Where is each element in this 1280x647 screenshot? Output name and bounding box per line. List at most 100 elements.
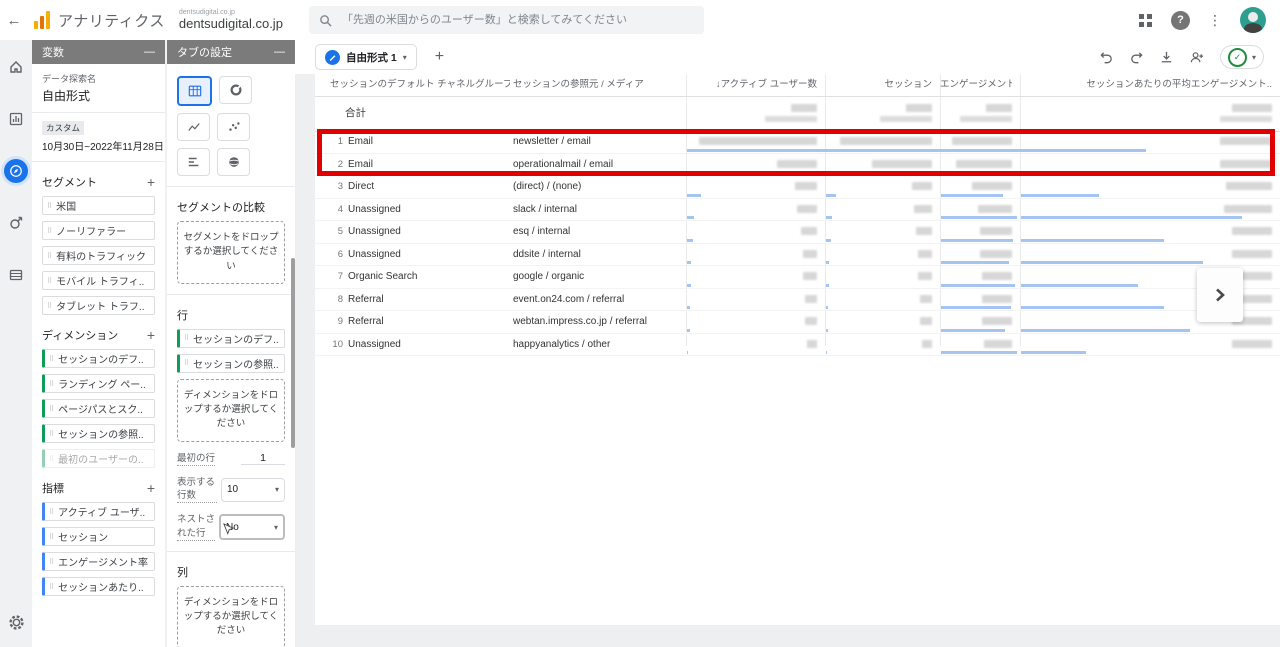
table-row[interactable]: 8 Referral event.on24.com / referral bbox=[315, 289, 1280, 312]
header-sessions[interactable]: セッション bbox=[825, 74, 932, 96]
drag-handle-icon: ⠿ bbox=[47, 252, 52, 260]
value-bar bbox=[941, 149, 1021, 152]
table-row[interactable]: 4 Unassigned slack / internal bbox=[315, 199, 1280, 222]
metric-chip[interactable]: ⠿アクティブ ユーザ.. bbox=[42, 502, 155, 521]
undo-icon[interactable] bbox=[1099, 50, 1114, 65]
share-user-icon[interactable] bbox=[1189, 50, 1205, 65]
cell-engagement-rate bbox=[940, 289, 1020, 311]
apps-grid-icon[interactable] bbox=[1138, 13, 1153, 28]
account-switcher[interactable]: dentsudigital.co.jp dentsudigital.co.jp bbox=[179, 9, 283, 31]
library-icon[interactable] bbox=[3, 262, 29, 288]
search-bar[interactable] bbox=[309, 6, 704, 34]
column-dimension-drop-zone[interactable]: ディメンションをドロップするか選択してください bbox=[177, 586, 285, 647]
row-dimension-chip[interactable]: ⠿セッションの参照.. bbox=[177, 354, 285, 373]
segment-chip[interactable]: ⠿ノーリファラー bbox=[42, 221, 155, 240]
viz-donut-button[interactable] bbox=[219, 76, 252, 104]
redacted-value bbox=[1220, 137, 1272, 145]
start-row-input[interactable]: 1 bbox=[241, 452, 285, 465]
collapse-tab-settings-button[interactable]: — bbox=[274, 46, 285, 58]
row-source: google / organic bbox=[513, 266, 584, 288]
dimension-chip[interactable]: ⠿ページパスとスク.. bbox=[42, 399, 155, 418]
date-range-selector[interactable]: 10月30日~2022年11月28日 ▾ bbox=[42, 138, 155, 153]
explore-icon-active[interactable] bbox=[3, 158, 29, 184]
nested-rows-select[interactable]: No▾ bbox=[219, 514, 285, 540]
segment-chip[interactable]: ⠿タブレット トラフ.. bbox=[42, 296, 155, 315]
status-ok-menu[interactable]: ✓ ▾ bbox=[1220, 45, 1264, 69]
search-input[interactable] bbox=[340, 13, 694, 27]
row-count-select[interactable]: 10▾ bbox=[221, 478, 285, 502]
dimension-chip[interactable]: ⠿セッションのデフ.. bbox=[42, 349, 155, 368]
header-avg-engagement[interactable]: セッションあたりの平均エンゲージメント.. bbox=[1020, 74, 1272, 96]
redo-icon[interactable] bbox=[1129, 50, 1144, 65]
add-metric-button[interactable]: + bbox=[147, 480, 155, 496]
table-row[interactable]: 6 Unassigned ddsite / internal bbox=[315, 244, 1280, 267]
caret-down-icon: ▾ bbox=[274, 523, 278, 532]
segment-drop-zone[interactable]: セグメントをドロップするか選択してください bbox=[177, 221, 285, 284]
help-icon[interactable]: ? bbox=[1171, 11, 1190, 30]
row-dimension-drop-zone[interactable]: ディメンションをドロップするか選択してください bbox=[177, 379, 285, 442]
tab-freeform[interactable]: 自由形式 1 ▾ bbox=[315, 44, 417, 70]
table-row[interactable]: 1 Email newsletter / email bbox=[315, 131, 1280, 154]
panel-scrollbar[interactable] bbox=[291, 258, 295, 448]
redacted-value bbox=[978, 205, 1012, 213]
add-tab-button[interactable]: + bbox=[435, 48, 444, 66]
viz-scatter-button[interactable] bbox=[217, 113, 250, 141]
redacted-value bbox=[980, 227, 1012, 235]
table-row[interactable]: 7 Organic Search google / organic bbox=[315, 266, 1280, 289]
redacted-value bbox=[805, 317, 817, 325]
table-row[interactable]: 5 Unassigned esq / internal bbox=[315, 221, 1280, 244]
table-row[interactable]: 3 Direct (direct) / (none) bbox=[315, 176, 1280, 199]
header-source-medium[interactable]: セッションの参照元 / メディア bbox=[513, 74, 683, 96]
dimension-chip[interactable]: ⠿最初のユーザーの.. bbox=[42, 449, 155, 468]
redacted-value bbox=[803, 250, 817, 258]
reports-icon[interactable] bbox=[3, 106, 29, 132]
row-dimensions-list: ⠿セッションのデフ.. ⠿セッションの参照.. bbox=[177, 329, 285, 373]
dimension-chip[interactable]: ⠿ランディング ペー.. bbox=[42, 374, 155, 393]
segment-chip[interactable]: ⠿有料のトラフィック bbox=[42, 246, 155, 265]
redacted-value bbox=[1232, 250, 1272, 258]
row-dimension-chip[interactable]: ⠿セッションのデフ.. bbox=[177, 329, 285, 348]
download-icon[interactable] bbox=[1159, 50, 1174, 65]
header-channel-group[interactable]: セッションのデフォルト チャネルグループ bbox=[330, 74, 510, 96]
redacted-value bbox=[918, 250, 932, 258]
value-bar bbox=[1021, 149, 1146, 152]
avatar[interactable] bbox=[1240, 7, 1266, 33]
chevron-overlay-card[interactable] bbox=[1197, 268, 1243, 322]
metric-chip[interactable]: ⠿セッション bbox=[42, 527, 155, 546]
add-dimension-button[interactable]: + bbox=[147, 327, 155, 343]
back-button[interactable]: ← bbox=[0, 12, 28, 29]
viz-line-button[interactable] bbox=[177, 113, 210, 141]
drag-handle-icon: ⠿ bbox=[49, 508, 54, 516]
dimension-chip[interactable]: ⠿セッションの参照.. bbox=[42, 424, 155, 443]
header-active-users[interactable]: ↓アクティブ ユーザー数 bbox=[686, 74, 817, 96]
exploration-name-value[interactable]: 自由形式 bbox=[42, 87, 155, 104]
row-source: esq / internal bbox=[513, 221, 570, 243]
viz-geo-button[interactable] bbox=[217, 148, 250, 176]
dimensions-title: ディメンション bbox=[42, 327, 118, 343]
viz-table-button[interactable] bbox=[177, 76, 212, 106]
value-bar bbox=[826, 239, 831, 242]
header-engagement-rate[interactable]: エンゲージメント率 bbox=[940, 74, 1012, 96]
metric-chip[interactable]: ⠿セッションあたり.. bbox=[42, 577, 155, 596]
row-rank: 6 bbox=[315, 244, 343, 266]
redacted-value bbox=[984, 340, 1012, 348]
table-row[interactable]: 2 Email operationalmail / email bbox=[315, 154, 1280, 177]
collapse-variables-button[interactable]: — bbox=[144, 46, 155, 58]
segment-chip[interactable]: ⠿米国 bbox=[42, 196, 155, 215]
row-rank: 7 bbox=[315, 266, 343, 288]
segment-comparison-title: セグメントの比較 bbox=[177, 199, 265, 215]
segment-chip[interactable]: ⠿モバイル トラフィ.. bbox=[42, 271, 155, 290]
add-segment-button[interactable]: + bbox=[147, 174, 155, 190]
settings-gear-icon[interactable] bbox=[3, 609, 29, 635]
variables-panel-title: 変数 bbox=[42, 44, 64, 60]
home-icon[interactable] bbox=[3, 54, 29, 80]
advertising-icon[interactable] bbox=[3, 210, 29, 236]
table-row[interactable]: 10 Unassigned happyanalytics / other bbox=[315, 334, 1280, 357]
more-options-icon[interactable]: ⋮ bbox=[1208, 13, 1222, 27]
viz-bar-button[interactable] bbox=[177, 148, 210, 176]
table-row[interactable]: 9 Referral webtan.impress.co.jp / referr… bbox=[315, 311, 1280, 334]
drag-handle-icon: ⠿ bbox=[49, 430, 54, 438]
cell-engagement-rate bbox=[940, 266, 1020, 288]
metric-chip[interactable]: ⠿エンゲージメント率 bbox=[42, 552, 155, 571]
row-rank: 8 bbox=[315, 289, 343, 311]
